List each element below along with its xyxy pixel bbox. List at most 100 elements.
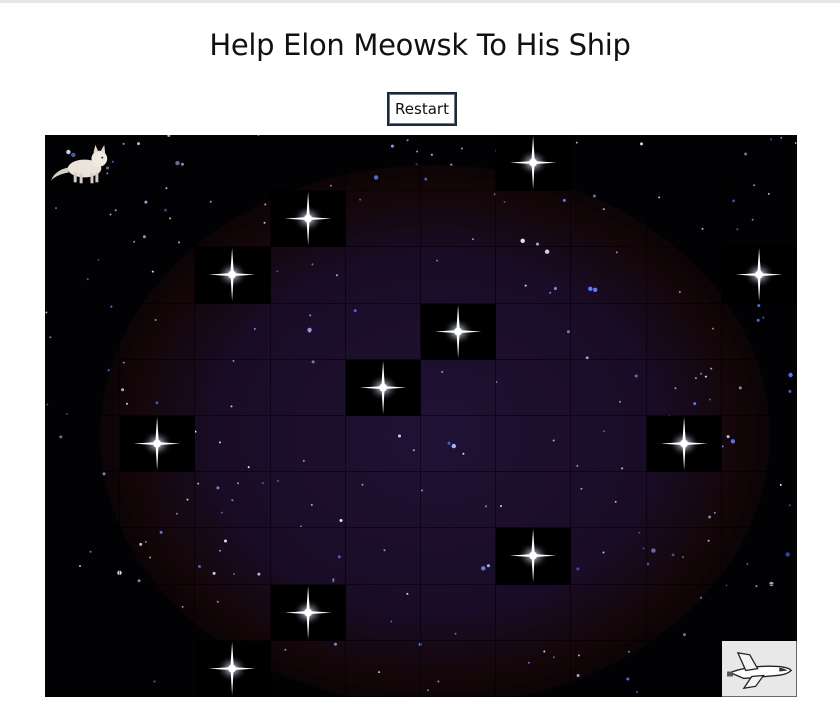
star-obstacle-cell[interactable]	[496, 135, 572, 192]
star-obstacle-cell[interactable]	[420, 303, 497, 360]
board-cell[interactable]	[420, 247, 497, 304]
star-obstacle-cell[interactable]	[120, 415, 196, 473]
star-obstacle-cell[interactable]	[345, 359, 421, 416]
board-cell[interactable]	[646, 640, 722, 697]
board-cell[interactable]	[120, 640, 196, 697]
board-cell[interactable]	[571, 584, 647, 641]
restart-button[interactable]: Restart	[387, 92, 457, 126]
board-cell[interactable]	[571, 528, 647, 585]
board-cell[interactable]	[721, 528, 797, 585]
board-cell[interactable]	[195, 584, 271, 641]
star-obstacle-cell[interactable]	[721, 247, 797, 304]
board-cell[interactable]	[195, 135, 271, 192]
star-obstacle-cell[interactable]	[195, 247, 271, 304]
board-cell[interactable]	[496, 472, 572, 529]
board-cell[interactable]	[571, 191, 647, 248]
board-cell[interactable]	[270, 528, 346, 585]
board-cell[interactable]	[496, 584, 572, 641]
board-cell[interactable]	[646, 135, 722, 192]
board-cell[interactable]	[45, 247, 121, 304]
goal-cell[interactable]	[721, 640, 797, 697]
board-cell[interactable]	[496, 191, 572, 248]
board-cell[interactable]	[721, 191, 797, 248]
board-cell[interactable]	[45, 359, 121, 416]
board-cell[interactable]	[195, 359, 271, 416]
board-cell[interactable]	[270, 247, 346, 304]
board-cell[interactable]	[571, 472, 647, 529]
board-cell[interactable]	[420, 359, 497, 416]
board-cell[interactable]	[270, 415, 346, 473]
board-cell[interactable]	[646, 584, 722, 641]
board-cell[interactable]	[420, 135, 497, 192]
board-cell[interactable]	[270, 472, 346, 529]
star-obstacle-cell[interactable]	[646, 415, 722, 473]
board-cell[interactable]	[646, 247, 722, 304]
board-cell[interactable]	[345, 640, 421, 697]
board-cell[interactable]	[195, 415, 271, 473]
board-cell[interactable]	[345, 528, 421, 585]
board-cell[interactable]	[420, 415, 497, 473]
board-cell[interactable]	[195, 528, 271, 585]
board-cell[interactable]	[420, 191, 497, 248]
board-cell[interactable]	[345, 135, 421, 192]
board-cell[interactable]	[420, 472, 497, 529]
board-cell[interactable]	[195, 472, 271, 529]
board-cell[interactable]	[646, 359, 722, 416]
star-obstacle-cell[interactable]	[270, 584, 346, 641]
board-cell[interactable]	[120, 247, 196, 304]
board-cell[interactable]	[45, 191, 121, 248]
board-cell[interactable]	[45, 528, 121, 585]
board-cell[interactable]	[345, 303, 421, 360]
board-cell[interactable]	[721, 472, 797, 529]
board-cell[interactable]	[120, 359, 196, 416]
board-cell[interactable]	[496, 415, 572, 473]
board-cell[interactable]	[270, 640, 346, 697]
board-cell[interactable]	[496, 247, 572, 304]
board-cell[interactable]	[45, 640, 121, 697]
board-cell[interactable]	[345, 191, 421, 248]
board-cell[interactable]	[45, 303, 121, 360]
board-cell[interactable]	[345, 415, 421, 473]
star-obstacle-cell[interactable]	[195, 640, 271, 697]
board-cell[interactable]	[646, 528, 722, 585]
board-cell[interactable]	[195, 191, 271, 248]
board-cell[interactable]	[571, 303, 647, 360]
board-cell[interactable]	[420, 584, 497, 641]
board-cell[interactable]	[496, 359, 572, 416]
board-cell[interactable]	[721, 303, 797, 360]
board-cell[interactable]	[571, 135, 647, 192]
board-cell[interactable]	[120, 191, 196, 248]
board-cell[interactable]	[571, 415, 647, 473]
board-cell[interactable]	[270, 303, 346, 360]
board-cell[interactable]	[45, 415, 121, 473]
board-cell[interactable]	[571, 359, 647, 416]
board-cell[interactable]	[195, 303, 271, 360]
board-cell[interactable]	[721, 359, 797, 416]
star-obstacle-cell[interactable]	[270, 191, 346, 248]
board-cell[interactable]	[45, 472, 121, 529]
board-cell[interactable]	[120, 303, 196, 360]
board-cell[interactable]	[120, 472, 196, 529]
board-cell[interactable]	[420, 640, 497, 697]
board-cell[interactable]	[120, 135, 196, 192]
board-cell[interactable]	[345, 247, 421, 304]
board-cell[interactable]	[496, 303, 572, 360]
board-cell[interactable]	[571, 640, 647, 697]
board-cell[interactable]	[120, 528, 196, 585]
board-cell[interactable]	[721, 584, 797, 641]
board-cell[interactable]	[120, 584, 196, 641]
board-cell[interactable]	[646, 472, 722, 529]
board-cell[interactable]	[270, 135, 346, 192]
board-cell[interactable]	[270, 359, 346, 416]
board-cell[interactable]	[496, 640, 572, 697]
board-cell[interactable]	[345, 584, 421, 641]
board-cell[interactable]	[345, 472, 421, 529]
board-cell[interactable]	[420, 528, 497, 585]
board-cell[interactable]	[646, 303, 722, 360]
board-cell[interactable]	[721, 135, 797, 192]
board-cell[interactable]	[721, 415, 797, 473]
star-obstacle-cell[interactable]	[496, 528, 572, 585]
board-cell[interactable]	[646, 191, 722, 248]
player-cell[interactable]	[45, 135, 121, 192]
board-cell[interactable]	[45, 584, 121, 641]
